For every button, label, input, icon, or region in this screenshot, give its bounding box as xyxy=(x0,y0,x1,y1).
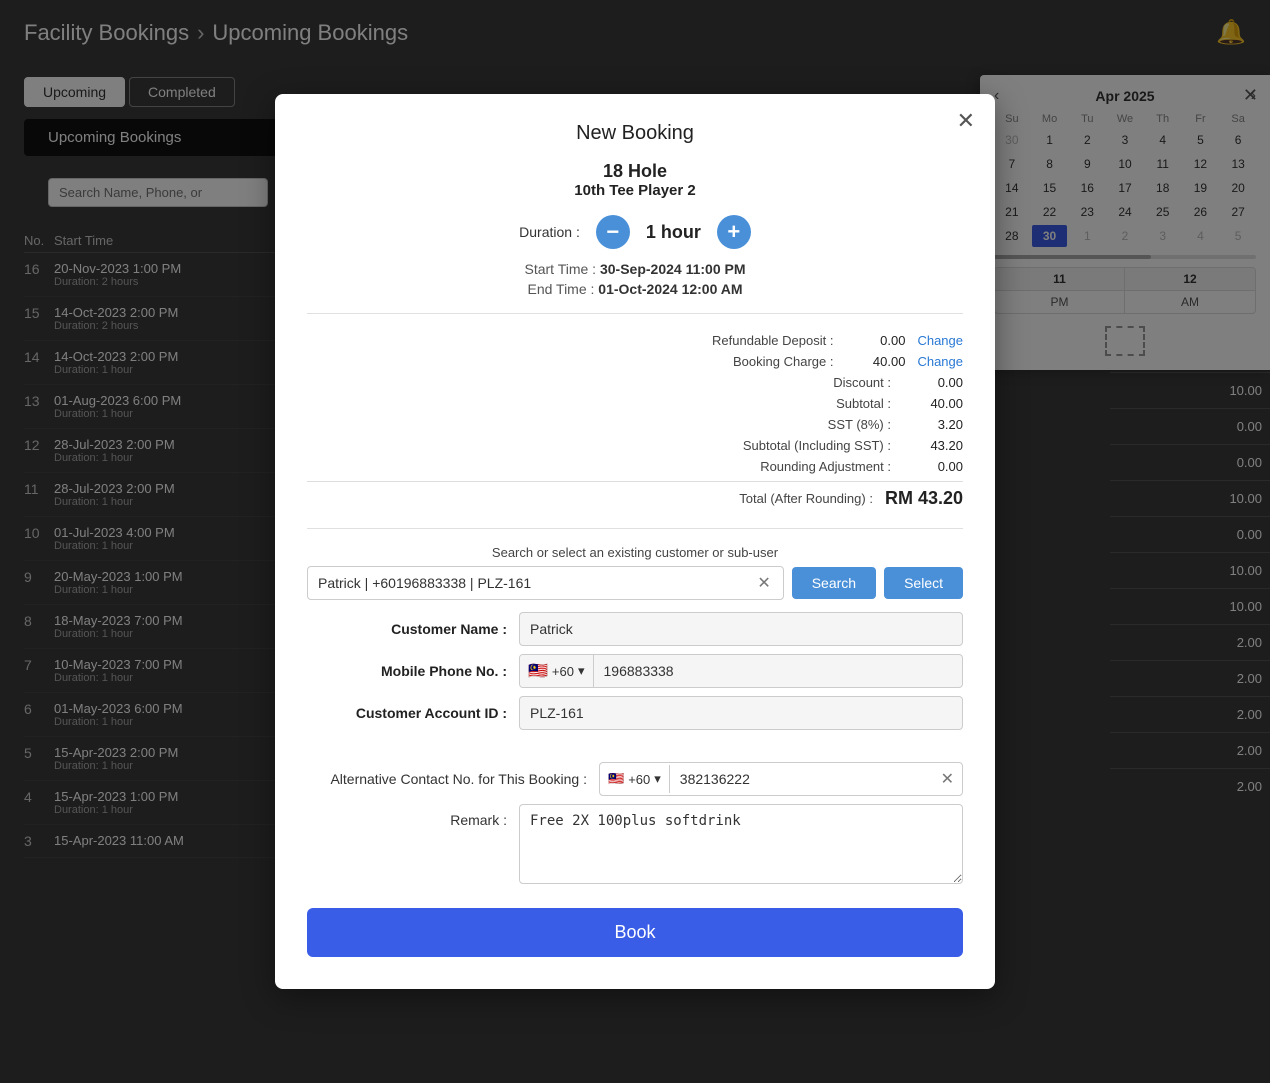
subtotal-label: Subtotal : xyxy=(671,396,891,411)
total-label: Total (After Rounding) : xyxy=(653,491,873,506)
subtotal-sst-label: Subtotal (Including SST) : xyxy=(671,438,891,453)
duration-value: 1 hour xyxy=(646,222,701,243)
end-time-label: End Time : xyxy=(527,281,594,297)
phone-dropdown-icon: ▾ xyxy=(578,663,585,679)
select-button[interactable]: Select xyxy=(884,567,963,599)
refundable-deposit-row: Refundable Deposit : 0.00 Change xyxy=(307,330,963,351)
booking-charge-row: Booking Charge : 40.00 Change xyxy=(307,351,963,372)
alt-country-code: +60 xyxy=(628,772,650,787)
start-time-label: Start Time : xyxy=(525,261,597,277)
modal-overlay: ✕ New Booking 18 Hole 10th Tee Player 2 … xyxy=(0,0,1270,1083)
remark-row: Remark : Free 2X 100plus softdrink xyxy=(307,804,963,884)
remark-textarea[interactable]: Free 2X 100plus softdrink xyxy=(519,804,963,884)
remark-label: Remark : xyxy=(307,804,507,828)
subtotal-value: 40.00 xyxy=(903,396,963,411)
customer-search-input[interactable] xyxy=(318,575,755,591)
sst-value: 3.20 xyxy=(903,417,963,432)
alt-contact-clear-button[interactable]: ✕ xyxy=(933,765,962,793)
customer-search-row: ✕ Search Select xyxy=(307,566,963,600)
charges-table: Refundable Deposit : 0.00 Change Booking… xyxy=(307,330,963,512)
discount-value: 0.00 xyxy=(903,375,963,390)
alt-dropdown-icon: ▾ xyxy=(654,771,661,787)
discount-label: Discount : xyxy=(671,375,891,390)
customer-search-clear-button[interactable]: ✕ xyxy=(755,573,772,593)
alt-phone-country-select[interactable]: 🇲🇾 +60 ▾ xyxy=(600,765,670,793)
phone-country-select[interactable]: 🇲🇾 +60 ▾ xyxy=(520,655,594,687)
end-time-row: End Time : 01-Oct-2024 12:00 AM xyxy=(307,281,963,297)
customer-id-row: Customer Account ID : xyxy=(307,696,963,730)
phone-input-wrapper: 🇲🇾 +60 ▾ xyxy=(519,654,963,688)
customer-name-row: Customer Name : xyxy=(307,612,963,646)
alt-phone-wrapper: 🇲🇾 +60 ▾ ✕ xyxy=(599,762,963,796)
phone-flag-icon: 🇲🇾 xyxy=(528,661,548,681)
rounding-value: 0.00 xyxy=(903,459,963,474)
customer-search-input-wrapper: ✕ xyxy=(307,566,784,600)
facility-info: 18 Hole 10th Tee Player 2 xyxy=(307,161,963,199)
sst-row: SST (8%) : 3.20 xyxy=(307,414,963,435)
new-booking-modal: ✕ New Booking 18 Hole 10th Tee Player 2 … xyxy=(275,94,995,989)
customer-search-label: Search or select an existing customer or… xyxy=(307,545,963,560)
mobile-phone-label: Mobile Phone No. : xyxy=(307,663,507,679)
customer-id-input[interactable] xyxy=(519,696,963,730)
customer-name-label: Customer Name : xyxy=(307,621,507,637)
refundable-deposit-change-link[interactable]: Change xyxy=(917,333,963,348)
alt-phone-input[interactable] xyxy=(670,763,933,795)
time-info: Start Time : 30-Sep-2024 11:00 PM End Ti… xyxy=(307,261,963,297)
modal-close-button[interactable]: ✕ xyxy=(957,110,975,132)
subtotal-sst-value: 43.20 xyxy=(903,438,963,453)
mobile-phone-row: Mobile Phone No. : 🇲🇾 +60 ▾ xyxy=(307,654,963,688)
sst-label: SST (8%) : xyxy=(671,417,891,432)
book-button[interactable]: Book xyxy=(307,908,963,957)
customer-name-input[interactable] xyxy=(519,612,963,646)
booking-charge-change-link[interactable]: Change xyxy=(917,354,963,369)
subtotal-row: Subtotal : 40.00 xyxy=(307,393,963,414)
customer-id-label: Customer Account ID : xyxy=(307,705,507,721)
spacer xyxy=(307,738,963,750)
facility-sub: 10th Tee Player 2 xyxy=(307,182,963,199)
discount-row: Discount : 0.00 xyxy=(307,372,963,393)
divider xyxy=(307,313,963,314)
rounding-label: Rounding Adjustment : xyxy=(671,459,891,474)
phone-country-code: +60 xyxy=(552,664,574,679)
facility-name: 18 Hole xyxy=(307,161,963,182)
phone-number-input[interactable] xyxy=(594,655,962,687)
search-button[interactable]: Search xyxy=(792,567,876,599)
duration-increase-button[interactable]: + xyxy=(717,215,751,249)
alt-contact-label: Alternative Contact No. for This Booking… xyxy=(307,771,587,787)
duration-decrease-button[interactable]: − xyxy=(596,215,630,249)
booking-charge-value: 40.00 xyxy=(845,354,905,369)
subtotal-sst-row: Subtotal (Including SST) : 43.20 xyxy=(307,435,963,456)
end-time-value: 01-Oct-2024 12:00 AM xyxy=(598,281,742,297)
rounding-row: Rounding Adjustment : 0.00 xyxy=(307,456,963,477)
total-value: RM 43.20 xyxy=(885,488,963,509)
booking-charge-label: Booking Charge : xyxy=(613,354,833,369)
divider-2 xyxy=(307,528,963,529)
start-time-value: 30-Sep-2024 11:00 PM xyxy=(600,261,746,277)
customer-search-section: Search or select an existing customer or… xyxy=(307,545,963,600)
duration-label: Duration : xyxy=(519,224,580,240)
modal-title: New Booking xyxy=(307,122,963,145)
total-row: Total (After Rounding) : RM 43.20 xyxy=(307,481,963,512)
alt-flag-icon: 🇲🇾 xyxy=(608,771,624,787)
duration-row: Duration : − 1 hour + xyxy=(307,215,963,249)
start-time-row: Start Time : 30-Sep-2024 11:00 PM xyxy=(307,261,963,277)
alt-contact-row: Alternative Contact No. for This Booking… xyxy=(307,762,963,796)
refundable-deposit-label: Refundable Deposit : xyxy=(613,333,833,348)
refundable-deposit-value: 0.00 xyxy=(845,333,905,348)
